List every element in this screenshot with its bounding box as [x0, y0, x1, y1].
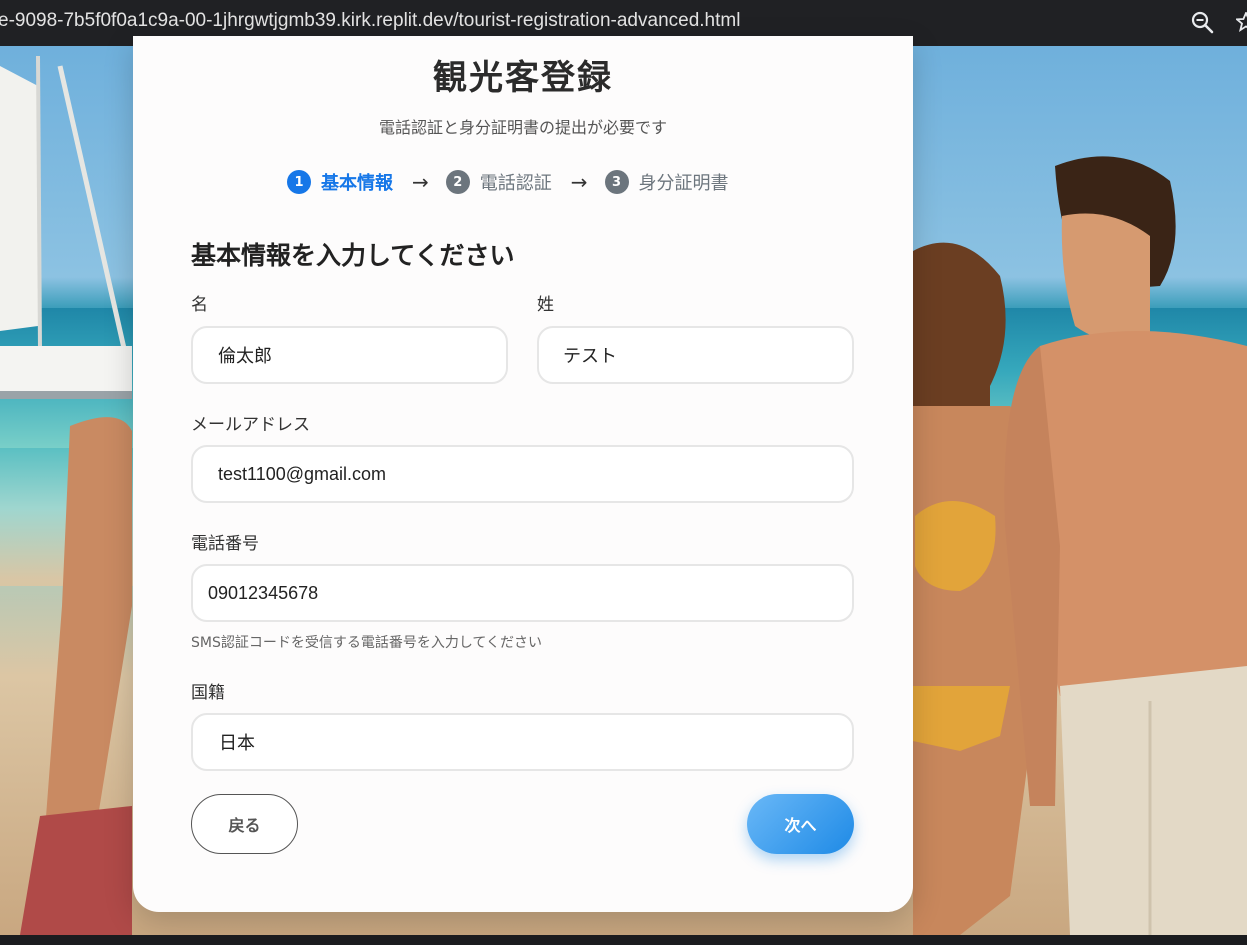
registration-card: 観光客登録 電話認証と身分証明書の提出が必要です 1 基本情報 → 2 電話認証… — [133, 36, 913, 912]
step-id-document: 3 身分証明書 — [604, 169, 729, 195]
first-name-input[interactable]: 倫太郎 — [191, 326, 508, 384]
phone-label: 電話番号 — [191, 534, 259, 554]
taskbar-edge — [0, 935, 1247, 945]
step-basic-info: 1 基本情報 — [287, 169, 393, 195]
email-label: メールアドレス — [191, 415, 310, 435]
email-input[interactable]: test1100@gmail.com — [191, 445, 854, 503]
back-button[interactable]: 戻る — [191, 794, 298, 854]
arrow-right-icon: → — [412, 170, 429, 194]
step-label: 基本情報 — [321, 173, 393, 194]
step-number: 1 — [287, 170, 311, 194]
arrow-right-icon: → — [570, 170, 588, 194]
next-button[interactable]: 次へ — [747, 794, 854, 854]
page-title: 観光客登録 — [433, 58, 613, 98]
nationality-label: 国籍 — [191, 683, 225, 703]
page-subtitle: 電話認証と身分証明書の提出が必要です — [378, 118, 667, 137]
phone-input[interactable]: 09012345678 — [191, 564, 854, 622]
star-icon[interactable] — [1236, 12, 1247, 32]
first-name-label: 名 — [191, 295, 208, 315]
last-name-input[interactable]: テスト — [537, 326, 854, 384]
last-name-label: 姓 — [537, 295, 554, 315]
step-label: 電話認証 — [479, 173, 552, 194]
phone-hint: SMS認証コードを受信する電話番号を入力してください — [191, 635, 543, 651]
step-label: 身分証明書 — [638, 173, 729, 194]
zoom-icon[interactable] — [1190, 10, 1216, 36]
step-phone-verification: 2 電話認証 — [445, 169, 552, 195]
address-bar-url[interactable]: e-9098-7b5f0f0a1c9a-00-1jhrgwtjgmb39.kir… — [0, 10, 740, 32]
progress-steps: 1 基本情報 → 2 電話認証 → 3 身分証明書 — [287, 169, 729, 195]
step-number: 2 — [445, 170, 470, 194]
section-heading: 基本情報を入力してください — [191, 241, 515, 270]
nationality-input[interactable]: 日本 — [191, 713, 854, 771]
step-number: 3 — [604, 170, 629, 194]
